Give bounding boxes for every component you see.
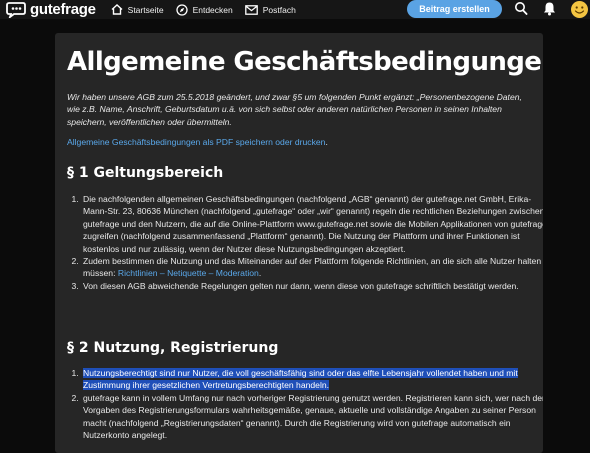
section-1-heading: § 1 Geltungsbereich — [67, 165, 224, 181]
pdf-link-line: Allgemeine Geschäftsbedingungen als PDF … — [67, 137, 328, 147]
smiley-avatar-icon[interactable] — [570, 0, 589, 19]
pdf-link[interactable]: Allgemeine Geschäftsbedingungen als PDF … — [67, 137, 325, 147]
page-title: Allgemeine Geschäftsbedingungen — [67, 47, 543, 77]
pdf-link-suffix: . — [325, 137, 328, 147]
home-icon — [111, 4, 123, 15]
nav-postfach[interactable]: Postfach — [244, 0, 296, 19]
section-2-list: Nutzungsberechtigt sind nur Nutzer, die … — [67, 367, 543, 441]
logo-text: gutefrage — [30, 1, 96, 18]
top-navigation-bar: gutefrage Startseite Entdecken Postfach … — [0, 0, 590, 19]
nav-startseite-label: Startseite — [127, 4, 164, 15]
bell-icon[interactable] — [543, 1, 556, 16]
nav-startseite[interactable]: Startseite — [111, 0, 164, 19]
mail-icon — [244, 4, 258, 15]
logo-bubble-icon — [6, 2, 26, 18]
section-1-item-2-suffix: . — [258, 268, 262, 279]
section-1-item-2: Zudem bestimmen die Nutzung und das Mite… — [81, 255, 543, 280]
section-2-item-1: Nutzungsberechtigt sind nur Nutzer, die … — [81, 367, 543, 392]
section-2-item-2: gutefrage kann in vollem Umfang nur nach… — [81, 392, 543, 442]
nav-entdecken[interactable]: Entdecken — [175, 0, 233, 19]
logo[interactable]: gutefrage — [5, 0, 96, 19]
nav-entdecken-label: Entdecken — [192, 4, 233, 15]
guidelines-link[interactable]: Richtlinien – Netiquette – Moderation — [118, 268, 259, 278]
section-1-item-1: Die nachfolgenden allgemeinen Geschäftsb… — [81, 193, 543, 255]
section-1-list: Die nachfolgenden allgemeinen Geschäftsb… — [67, 193, 543, 292]
nav-postfach-label: Postfach — [262, 4, 296, 15]
terms-card: Allgemeine Geschäftsbedingungen Wir habe… — [55, 33, 543, 453]
selected-text: Nutzungsberechtigt sind nur Nutzer, die … — [83, 368, 518, 391]
section-1-item-3: Von diesen AGB abweichende Regelungen ge… — [81, 280, 543, 292]
section-2-heading: § 2 Nutzung, Registrierung — [67, 340, 279, 356]
intro-text: Wir haben unsere AGB zum 25.5.2018 geänd… — [67, 92, 522, 127]
search-icon[interactable] — [514, 1, 528, 16]
compass-icon — [175, 3, 188, 16]
create-post-button[interactable]: Beitrag erstellen — [407, 0, 502, 18]
